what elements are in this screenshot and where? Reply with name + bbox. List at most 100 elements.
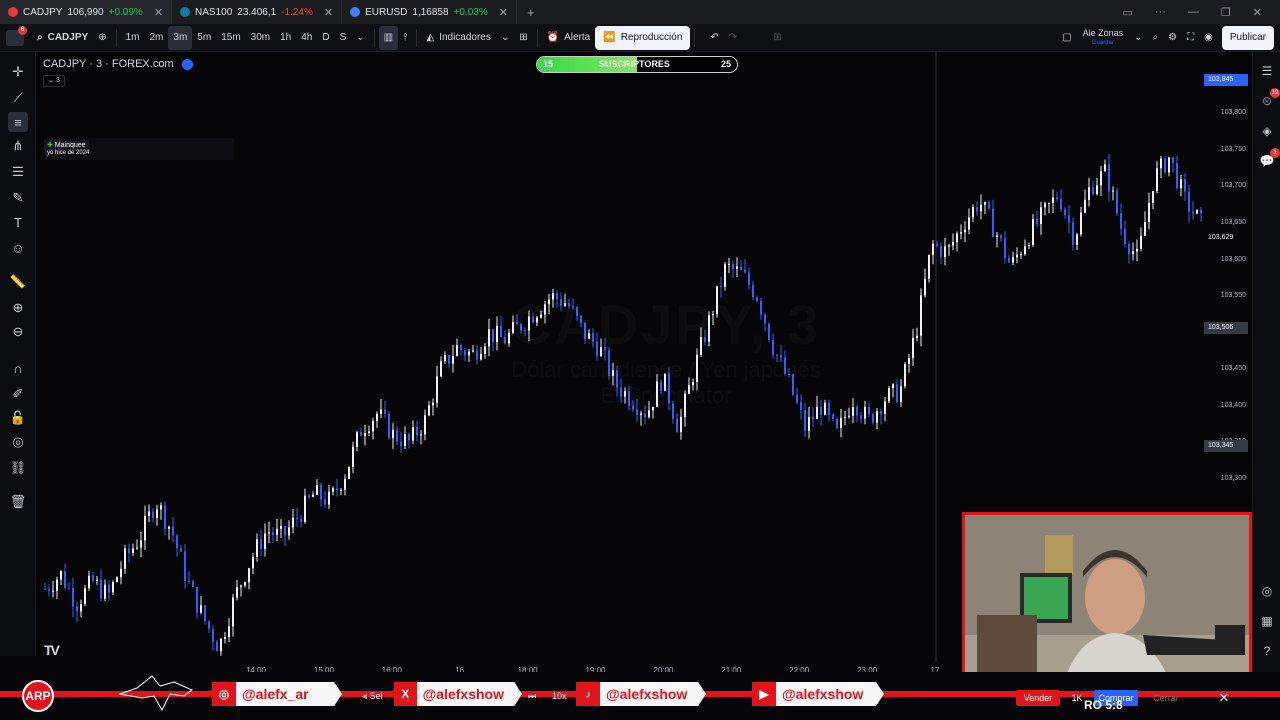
avatar[interactable]: 6 bbox=[6, 25, 27, 46]
trend-line-icon[interactable]: ⟋ bbox=[8, 88, 28, 108]
tradingview-logo[interactable]: TV bbox=[44, 642, 60, 658]
chart-type-icon[interactable]: ⫯ bbox=[398, 26, 412, 50]
indicators-button[interactable]: ◭ Indicadores bbox=[421, 26, 495, 50]
interval-15m[interactable]: 15m bbox=[216, 26, 245, 50]
candle-body bbox=[812, 416, 814, 420]
crosshair-icon[interactable]: ✛ bbox=[8, 62, 28, 82]
close-tab-icon[interactable]: ✕ bbox=[499, 6, 508, 19]
pitchfork-icon[interactable]: ⋔ bbox=[8, 136, 28, 156]
zoom-out-icon[interactable]: ⊖ bbox=[8, 322, 28, 342]
lock-icon[interactable]: 🔓 bbox=[8, 408, 28, 428]
symbol-search[interactable]: ⌕ CADJPY bbox=[32, 26, 93, 50]
close-tab-icon[interactable]: ✕ bbox=[154, 6, 163, 19]
alerts-clock-icon[interactable]: ⏲ 19 bbox=[1258, 88, 1280, 110]
publish-button[interactable]: Publicar bbox=[1221, 25, 1274, 50]
fib-icon[interactable]: ☰ bbox=[8, 162, 28, 182]
layout-grid-icon[interactable]: ⊞ bbox=[514, 26, 532, 50]
price-tick-label: 103,600 bbox=[1220, 255, 1246, 263]
close-replay-icon[interactable]: ✕ bbox=[1214, 690, 1234, 706]
window-controls: ▭ ··· — ❐ ✕ bbox=[1123, 6, 1280, 19]
interval-s[interactable]: S bbox=[335, 26, 352, 50]
chat-icon[interactable]: 💬 1 bbox=[1258, 148, 1280, 170]
browser-tab-cadjpy[interactable]: CADJPY 106,990 +0.09% ✕ bbox=[0, 0, 173, 24]
layout-save-box[interactable]: Ale Zonas Guardar bbox=[1077, 28, 1130, 48]
layers-icon[interactable]: ◈ bbox=[1258, 122, 1276, 140]
sell-button[interactable]: Vender bbox=[1016, 690, 1060, 706]
interval-1m[interactable]: 1m bbox=[121, 26, 145, 50]
candle-body bbox=[424, 415, 426, 435]
candle-body bbox=[360, 432, 362, 436]
fullscreen-icon[interactable]: ⛶ bbox=[1182, 26, 1199, 50]
redo-icon[interactable]: ↷ bbox=[724, 26, 742, 50]
magnet-icon[interactable]: ∩ bbox=[8, 358, 28, 378]
brush-icon[interactable]: ✎ bbox=[8, 188, 28, 208]
close-window-icon[interactable]: ✕ bbox=[1253, 6, 1262, 19]
candles-icon[interactable]: ▥ bbox=[378, 25, 399, 50]
candle-body bbox=[1012, 257, 1014, 263]
emoji-icon[interactable]: ☺ bbox=[8, 238, 28, 258]
tab-price: 106,990 bbox=[67, 6, 104, 18]
youtube-link[interactable]: ▶ @alefxshow bbox=[752, 682, 884, 706]
ruler-icon[interactable]: 📏 bbox=[8, 272, 28, 292]
layout-toggle-icon[interactable]: ▢ bbox=[1057, 26, 1076, 50]
more-icon[interactable]: ··· bbox=[1155, 6, 1166, 19]
tiktok-link[interactable]: ♪ @alefxshow bbox=[576, 682, 706, 706]
candle-body bbox=[808, 416, 810, 431]
new-tab-icon[interactable]: + bbox=[517, 5, 545, 20]
visibility-icon[interactable] bbox=[181, 58, 193, 70]
candle-body bbox=[372, 420, 374, 432]
close-tab-icon[interactable]: ✕ bbox=[324, 6, 333, 19]
interval-30m[interactable]: 30m bbox=[246, 26, 275, 50]
candle-body bbox=[144, 515, 146, 541]
minimize-icon[interactable]: — bbox=[1188, 6, 1199, 19]
text-icon[interactable]: T bbox=[8, 212, 28, 232]
eye-icon[interactable]: ◎ bbox=[8, 432, 28, 452]
interval-3m[interactable]: 3m bbox=[168, 25, 193, 50]
candle-body bbox=[1036, 218, 1038, 225]
camera-icon[interactable]: ◉ bbox=[1199, 26, 1218, 50]
x-link[interactable]: X @alefxshow bbox=[394, 682, 522, 706]
calendar-icon[interactable]: ▦ bbox=[1258, 612, 1276, 630]
undo-icon[interactable]: ↶ bbox=[705, 26, 723, 50]
legend-collapse-button[interactable]: ⌄ 3 bbox=[43, 75, 65, 87]
select-label[interactable]: ⫷ Sel bbox=[362, 691, 383, 702]
candle-body bbox=[832, 414, 834, 419]
instagram-link[interactable]: ◎ @alefx_ar bbox=[212, 682, 342, 706]
layout-dropdown-icon[interactable]: ⌄ bbox=[1129, 26, 1147, 50]
maximize-icon[interactable]: ❐ bbox=[1221, 6, 1231, 19]
interval-4h[interactable]: 4h bbox=[296, 26, 317, 50]
interval-dropdown-icon[interactable]: ⌄ bbox=[351, 26, 369, 50]
candle-body bbox=[876, 410, 878, 423]
cast-icon[interactable]: ▭ bbox=[1123, 6, 1133, 19]
horizontal-lines-icon[interactable]: ≡ bbox=[8, 112, 28, 132]
quick-search-icon[interactable]: ⌕ bbox=[1148, 26, 1164, 50]
replay-speed[interactable]: 10x bbox=[552, 691, 567, 701]
step-forward-icon[interactable]: ⏭ bbox=[528, 691, 536, 702]
replay-button[interactable]: ⏪ Reproducción bbox=[595, 25, 691, 50]
zoom-in-icon[interactable]: ⊕ bbox=[8, 298, 28, 318]
compare-symbol-icon[interactable]: ⊕ bbox=[93, 26, 111, 50]
interval-2m[interactable]: 2m bbox=[144, 26, 168, 50]
watchlist-icon[interactable]: ☰ bbox=[1258, 62, 1276, 80]
target-icon[interactable]: ◎ bbox=[1258, 582, 1276, 600]
link-icon[interactable]: ⛓ bbox=[8, 458, 28, 478]
layout-icon[interactable]: ⊞ bbox=[768, 26, 786, 50]
browser-tab-eurusd[interactable]: EURUSD 1,16858 +0.03% ✕ bbox=[342, 0, 517, 24]
indicators-label: Indicadores bbox=[439, 32, 491, 43]
interval-5m[interactable]: 5m bbox=[192, 26, 216, 50]
alert-button[interactable]: ⏰ Alerta bbox=[542, 26, 596, 50]
settings-gear-icon[interactable]: ⚙ bbox=[1163, 26, 1182, 50]
candle-body bbox=[132, 548, 134, 553]
interval-1h[interactable]: 1h bbox=[275, 26, 296, 50]
indicators-dropdown-icon[interactable]: ⌄ bbox=[496, 26, 514, 50]
close-position-button[interactable]: Cerrar bbox=[1146, 690, 1186, 706]
browser-tab-nas100[interactable]: NAS100 23.406,1 -1.24% ✕ bbox=[172, 0, 343, 24]
indicator-legend[interactable]: ✚ Mainquee yo hice de 2024 bbox=[44, 138, 234, 160]
interval-d[interactable]: D bbox=[317, 26, 334, 50]
trash-icon[interactable]: 🗑 bbox=[8, 492, 28, 512]
price-tick-label: 103,650 bbox=[1220, 218, 1246, 226]
symbol-legend[interactable]: CADJPY · 3 · FOREX.com bbox=[43, 58, 193, 70]
candle-body bbox=[1200, 209, 1202, 214]
help-icon[interactable]: ? bbox=[1258, 642, 1276, 660]
stay-drawing-icon[interactable]: ✐ bbox=[8, 384, 28, 404]
